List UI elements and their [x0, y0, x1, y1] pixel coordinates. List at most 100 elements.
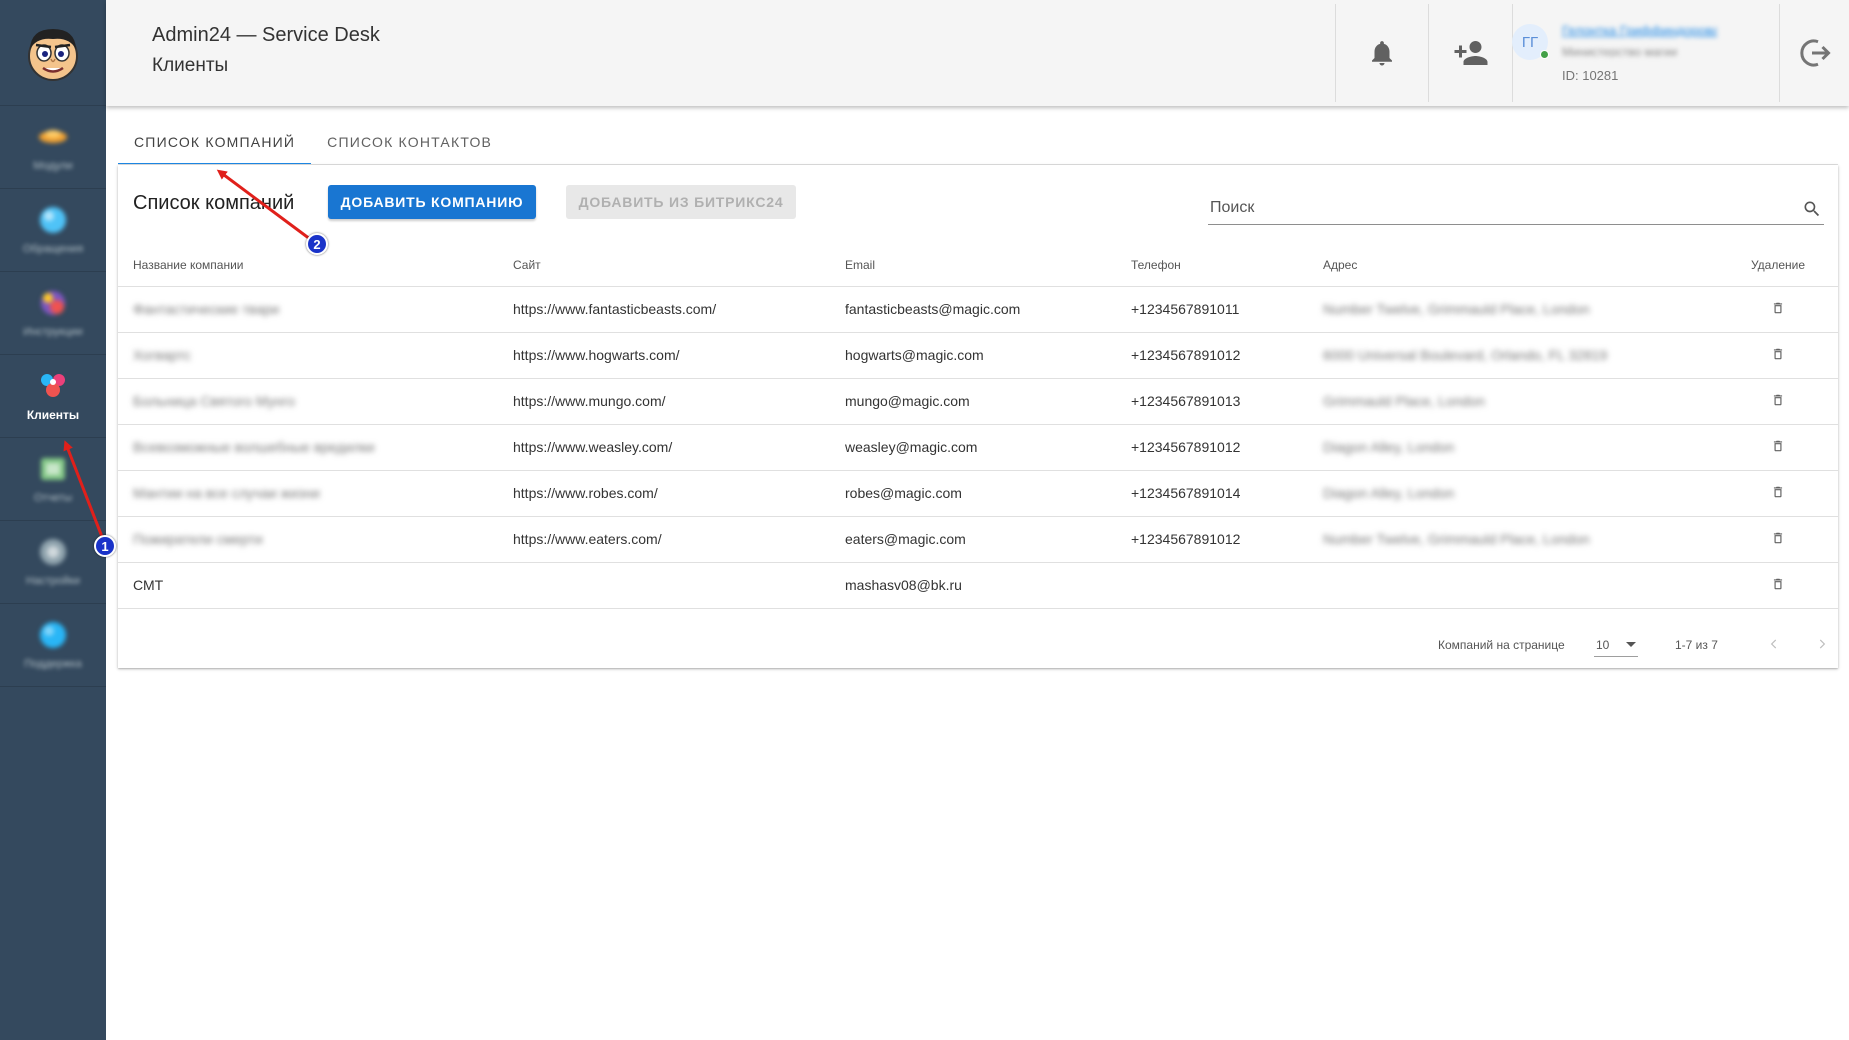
site-cell: https://www.hogwarts.com/ — [498, 332, 830, 379]
bell-icon — [1372, 41, 1392, 66]
table-row[interactable]: Хогвартс https://www.hogwarts.com/ hogwa… — [118, 332, 1838, 379]
app-logo[interactable] — [0, 0, 106, 106]
table-row[interactable]: Пожиратели смерти https://www.eaters.com… — [118, 516, 1838, 563]
delete-cell — [1728, 470, 1838, 517]
address-cell — [1308, 562, 1728, 609]
sidebar-item-support[interactable]: Поддержка — [0, 604, 106, 687]
delete-cell — [1728, 516, 1838, 563]
phone-cell: +1234567891012 — [1116, 332, 1308, 379]
company-name-cell: Пожиратели смерти — [118, 516, 498, 563]
clients-icon — [36, 370, 70, 400]
site-cell: https://www.weasley.com/ — [498, 424, 830, 471]
rows-per-page-label: Компаний на странице — [1438, 638, 1565, 652]
email-cell: robes@magic.com — [830, 470, 1116, 517]
trash-icon[interactable] — [1771, 301, 1785, 315]
phone-cell: +1234567891011 — [1116, 286, 1308, 333]
settings-icon — [36, 537, 70, 567]
sidebar-item-reports[interactable]: Отчеты — [0, 438, 106, 521]
tab-contact-list[interactable]: СПИСОК КОНТАКТОВ — [311, 120, 508, 164]
tab-bar: СПИСОК КОМПАНИЙ СПИСОК КОНТАКТОВ — [118, 120, 508, 165]
delete-cell — [1728, 378, 1838, 425]
add-company-button[interactable]: ДОБАВИТЬ КОМПАНИЮ — [328, 185, 536, 219]
search-icon[interactable] — [1802, 199, 1822, 219]
phone-cell — [1116, 562, 1308, 609]
site-cell: https://www.robes.com/ — [498, 470, 830, 517]
trash-icon[interactable] — [1771, 485, 1785, 499]
notifications-button[interactable] — [1336, 0, 1428, 106]
address-cell: Number Twelve, Grimmauld Place, London — [1308, 286, 1728, 333]
add-from-bitrix-button: ДОБАВИТЬ ИЗ БИТРИКС24 — [566, 185, 796, 219]
modules-icon — [36, 122, 70, 152]
table-row[interactable]: Мантии на все случаи жизни https://www.r… — [118, 470, 1838, 517]
previous-page-button[interactable] — [1763, 633, 1785, 655]
delete-cell — [1728, 424, 1838, 471]
address-cell: Number Twelve, Grimmauld Place, London — [1308, 516, 1728, 563]
sidebar-item-settings[interactable]: Настройки — [0, 521, 106, 604]
add-user-button[interactable] — [1429, 0, 1512, 106]
trash-icon[interactable] — [1771, 439, 1785, 453]
site-cell — [498, 562, 830, 609]
tab-company-list[interactable]: СПИСОК КОМПАНИЙ — [118, 120, 312, 165]
column-header-email[interactable]: Email — [830, 244, 1116, 287]
address-cell: Diagon Alley, London — [1308, 424, 1728, 471]
table-row[interactable]: Фантастические твари https://www.fantast… — [118, 286, 1838, 333]
user-profile[interactable]: ГГ Гелонтка Гриффиндорова Министерство м… — [1512, 18, 1782, 88]
sidebar-item-tickets[interactable]: Обращения — [0, 189, 106, 272]
annotation-badge-2: 2 — [306, 233, 328, 255]
address-cell: Diagon Alley, London — [1308, 470, 1728, 517]
email-cell: hogwarts@magic.com — [830, 332, 1116, 379]
sidebar-item-label: Отчеты — [33, 492, 73, 504]
table-row[interactable]: Всевозможные волшебные вредилки https://… — [118, 424, 1838, 471]
rows-per-page-select[interactable]: 10 — [1594, 631, 1638, 657]
sidebar-item-instructions[interactable]: Инструкции — [0, 272, 106, 355]
instructions-icon — [36, 288, 70, 318]
pagination: Компаний на странице 10 1-7 из 7 — [118, 621, 1838, 667]
company-name-cell: Больница Святого Мунго — [118, 378, 498, 425]
table-row[interactable]: СМТ mashasv08@bk.ru — [118, 562, 1838, 609]
card-title: Список компаний — [133, 192, 295, 214]
user-role: Министерство магии — [1562, 45, 1678, 57]
table-row[interactable]: Больница Святого Мунго https://www.mungo… — [118, 378, 1838, 425]
search-input[interactable] — [1210, 193, 1770, 223]
table-header-row: Название компании Сайт Email Телефон Адр… — [118, 244, 1838, 287]
site-cell: https://www.fantasticbeasts.com/ — [498, 286, 830, 333]
trash-icon[interactable] — [1771, 531, 1785, 545]
phone-cell: +1234567891013 — [1116, 378, 1308, 425]
user-name-link[interactable]: Гелонтка Гриффиндорова — [1562, 23, 1717, 37]
user-id: ID: 10281 — [1562, 68, 1619, 83]
top-header: Admin24 — Service Desk Клиенты ГГ Гелонт… — [106, 0, 1849, 106]
sidebar-item-clients[interactable]: Клиенты — [0, 355, 106, 438]
trash-icon[interactable] — [1771, 347, 1785, 361]
header-titles: Admin24 — Service Desk Клиенты — [152, 24, 380, 77]
email-cell: mungo@magic.com — [830, 378, 1116, 425]
email-cell: fantasticbeasts@magic.com — [830, 286, 1116, 333]
online-status-dot — [1540, 50, 1549, 59]
delete-cell — [1728, 332, 1838, 379]
chevron-down-icon — [1626, 642, 1636, 647]
rows-per-page-value: 10 — [1596, 638, 1610, 652]
trash-icon[interactable] — [1771, 393, 1785, 407]
phone-cell: +1234567891014 — [1116, 470, 1308, 517]
page-range-text: 1-7 из 7 — [1675, 638, 1718, 652]
company-name-cell: Мантии на все случаи жизни — [118, 470, 498, 517]
sidebar-item-label: Модули — [33, 160, 73, 172]
delete-cell — [1728, 562, 1838, 609]
tickets-icon — [36, 205, 70, 235]
company-name-cell: Хогвартс — [118, 332, 498, 379]
phone-cell: +1234567891012 — [1116, 424, 1308, 471]
next-page-button[interactable] — [1811, 633, 1833, 655]
site-cell: https://www.eaters.com/ — [498, 516, 830, 563]
site-cell: https://www.mungo.com/ — [498, 378, 830, 425]
column-header-site[interactable]: Сайт — [498, 244, 830, 287]
column-header-delete: Удаление — [1728, 244, 1838, 287]
delete-cell — [1728, 286, 1838, 333]
logout-button[interactable] — [1780, 0, 1849, 106]
sidebar-item-label: Настройки — [26, 575, 80, 587]
column-header-address[interactable]: Адрес — [1308, 244, 1728, 287]
logout-icon — [1799, 39, 1831, 67]
phone-cell: +1234567891012 — [1116, 516, 1308, 563]
trash-icon[interactable] — [1771, 577, 1785, 591]
column-header-phone[interactable]: Телефон — [1116, 244, 1308, 287]
sidebar-item-modules[interactable]: Модули — [0, 106, 106, 189]
company-name-cell: СМТ — [118, 562, 498, 609]
